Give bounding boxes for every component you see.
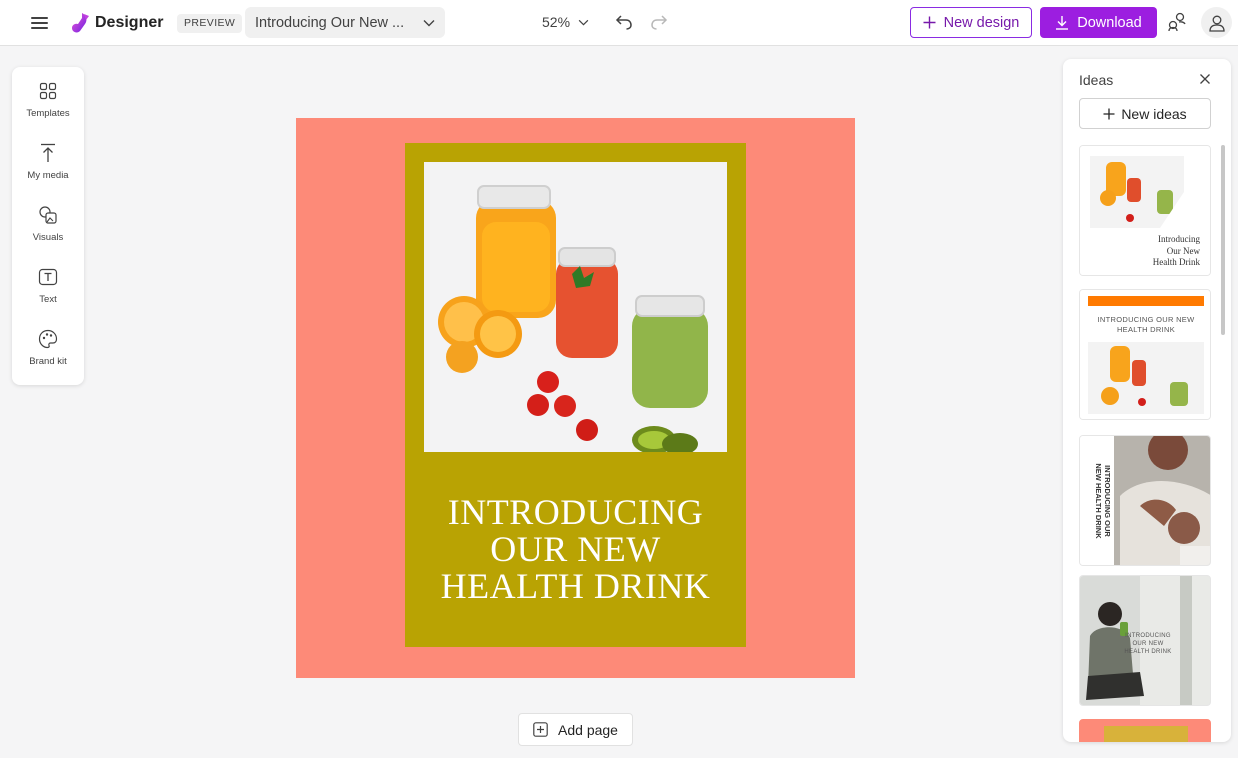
upload-icon [37,142,59,164]
sidebar-item-templates[interactable]: Templates [12,67,84,125]
sidebar-item-label: Brand kit [29,356,67,367]
download-icon [1056,16,1069,30]
idea-thumbnail-text: INTRODUCING OUR NEW HEALTH DRINK [1124,633,1172,655]
add-page-label: Add page [558,721,618,738]
idea-thumbnail-panel [1104,726,1188,742]
idea-thumbnail[interactable]: INTRODUCING OUR NEW HEALTH DRINK [1079,289,1211,420]
idea-thumbnail-text: INTRODUCING OUR NEW HEALTH DRINK [1094,463,1112,539]
sidebar-item-label: My media [27,170,69,181]
chevron-down-icon [578,19,589,26]
new-design-button[interactable]: New design [910,7,1032,38]
palette-icon [37,328,59,350]
person-icon [1208,15,1225,32]
new-ideas-label: New ideas [1121,105,1187,122]
idea-thumbnail[interactable]: INTRODUCING OUR NEW HEALTH DRINK [1079,575,1211,706]
sidebar-item-label: Visuals [32,232,64,243]
chevron-down-icon [423,19,435,26]
templates-icon [37,80,59,102]
plus-icon [923,16,936,29]
sidebar-item-label: Templates [26,108,70,119]
ideas-panel: Ideas New ideas Introducing Our New Heal… [1063,59,1231,742]
headline-line: HEALTH DRINK [440,566,711,606]
ideas-scrollbar[interactable] [1221,145,1225,335]
visuals-icon [37,204,59,226]
headline-text[interactable]: INTRODUCING OUR NEW HEALTH DRINK [405,494,746,605]
ideas-title: Ideas [1079,72,1114,88]
undo-icon[interactable] [613,11,635,33]
sidebar-item-my-media[interactable]: My media [12,129,84,187]
text-icon [37,266,59,288]
plus-icon [1103,108,1115,119]
sidebar-item-text[interactable]: Text [12,253,84,311]
headline-line: INTRODUCING [447,492,704,532]
sidebar-item-visuals[interactable]: Visuals [12,191,84,249]
redo-icon[interactable] [648,11,670,33]
share-icon[interactable] [1166,11,1188,33]
close-icon[interactable] [1197,71,1213,87]
add-page-button[interactable]: Add page [518,713,633,746]
download-label: Download [1077,14,1142,31]
app-logo: Designer [70,11,163,35]
preview-badge: PREVIEW [177,14,243,33]
sidebar-item-label: Text [39,294,57,305]
document-title-dropdown[interactable]: Introducing Our New ... [245,7,445,38]
new-design-label: New design [943,14,1020,31]
zoom-dropdown[interactable]: 52% [542,11,589,33]
juice-photo[interactable] [424,162,727,452]
idea-thumbnail-text: INTRODUCING OUR NEW HEALTH DRINK [1097,315,1195,334]
headline-line: OUR NEW [490,529,661,569]
menu-icon[interactable] [28,12,52,34]
idea-thumbnail[interactable]: Introducing Our New Health Drink [1079,145,1211,276]
document-title: Introducing Our New ... [255,14,405,31]
zoom-level: 52% [542,14,571,30]
idea-thumbnail[interactable] [1079,719,1211,742]
top-bar: Designer PREVIEW Introducing Our New ...… [0,0,1238,46]
app-name: Designer [95,14,164,31]
designer-logo-icon [72,13,89,33]
new-ideas-button[interactable]: New ideas [1079,98,1211,129]
left-toolbar: Templates My media Visuals Text Brand ki… [12,67,84,385]
add-page-icon [533,722,548,737]
idea-thumbnail[interactable]: INTRODUCING OUR NEW HEALTH DRINK [1079,435,1211,566]
idea-thumbnail-text: Introducing Our New Health Drink [1152,234,1200,267]
design-canvas[interactable]: INTRODUCING OUR NEW HEALTH DRINK [296,118,855,678]
sidebar-item-brand-kit[interactable]: Brand kit [12,315,84,373]
account-avatar[interactable] [1201,7,1232,38]
download-button[interactable]: Download [1040,7,1157,38]
design-panel[interactable]: INTRODUCING OUR NEW HEALTH DRINK [405,143,746,647]
